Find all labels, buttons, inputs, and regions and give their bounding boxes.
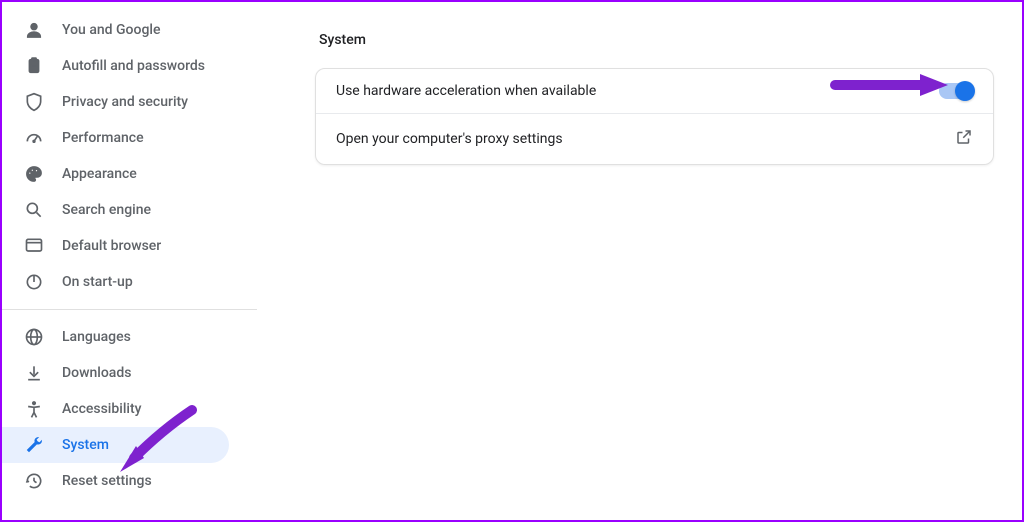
sidebar-item-performance[interactable]: Performance	[2, 120, 229, 156]
external-link-icon	[955, 128, 973, 150]
sidebar-item-label: Languages	[62, 329, 131, 345]
globe-icon	[24, 327, 44, 347]
row-label: Use hardware acceleration when available	[336, 83, 596, 99]
sidebar-item-accessibility[interactable]: Accessibility	[2, 391, 229, 427]
sidebar-item-downloads[interactable]: Downloads	[2, 355, 229, 391]
person-icon	[24, 20, 44, 40]
sidebar-item-languages[interactable]: Languages	[2, 319, 229, 355]
system-settings-card: Use hardware acceleration when available…	[315, 68, 994, 165]
clipboard-icon	[24, 56, 44, 76]
sidebar-item-label: Performance	[62, 130, 144, 146]
sidebar-item-label: Default browser	[62, 238, 161, 254]
shield-icon	[24, 92, 44, 112]
wrench-icon	[24, 435, 44, 455]
row-hardware-acceleration[interactable]: Use hardware acceleration when available	[316, 69, 993, 113]
sidebar-item-default-browser[interactable]: Default browser	[2, 228, 229, 264]
settings-main: System Use hardware acceleration when av…	[257, 2, 1022, 520]
row-label: Open your computer's proxy settings	[336, 131, 563, 147]
sidebar-item-label: Reset settings	[62, 473, 152, 489]
toggle-hardware-acceleration[interactable]	[939, 83, 973, 99]
accessibility-icon	[24, 399, 44, 419]
browser-icon	[24, 236, 44, 256]
page-title: System	[319, 32, 994, 48]
settings-sidebar: You and Google Autofill and passwords Pr…	[2, 2, 257, 520]
sidebar-item-label: Autofill and passwords	[62, 58, 205, 74]
sidebar-item-label: System	[62, 437, 109, 453]
restore-icon	[24, 471, 44, 491]
power-icon	[24, 272, 44, 292]
sidebar-item-search-engine[interactable]: Search engine	[2, 192, 229, 228]
sidebar-item-label: On start-up	[62, 274, 133, 290]
sidebar-item-reset-settings[interactable]: Reset settings	[2, 463, 229, 499]
sidebar-item-privacy[interactable]: Privacy and security	[2, 84, 229, 120]
search-icon	[24, 200, 44, 220]
palette-icon	[24, 164, 44, 184]
row-proxy-settings[interactable]: Open your computer's proxy settings	[316, 113, 993, 164]
sidebar-item-label: You and Google	[62, 22, 160, 38]
sidebar-item-on-startup[interactable]: On start-up	[2, 264, 229, 300]
sidebar-item-label: Downloads	[62, 365, 131, 381]
sidebar-item-appearance[interactable]: Appearance	[2, 156, 229, 192]
sidebar-item-label: Search engine	[62, 202, 151, 218]
sidebar-item-label: Appearance	[62, 166, 137, 182]
sidebar-divider	[2, 309, 257, 310]
speedometer-icon	[24, 128, 44, 148]
sidebar-item-system[interactable]: System	[2, 427, 229, 463]
sidebar-item-autofill[interactable]: Autofill and passwords	[2, 48, 229, 84]
download-icon	[24, 363, 44, 383]
sidebar-item-label: Privacy and security	[62, 94, 188, 110]
sidebar-item-you-and-google[interactable]: You and Google	[2, 12, 229, 48]
sidebar-item-label: Accessibility	[62, 401, 141, 417]
